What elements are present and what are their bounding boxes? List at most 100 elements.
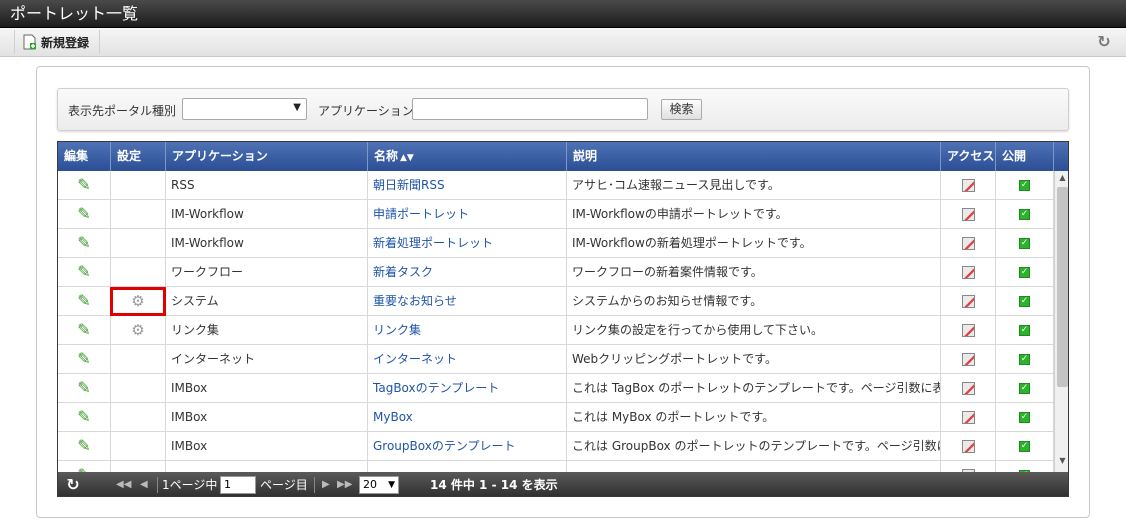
page-number-input[interactable]: 1 xyxy=(220,476,256,494)
access-settings-icon[interactable] xyxy=(961,353,975,366)
check-icon: ✓ xyxy=(1019,441,1030,452)
table-row: ✎ IM-Workflow 新着処理ポートレット IM-Workflowの新着処理ポー… xyxy=(58,229,1054,258)
col-description[interactable]: 説明 xyxy=(567,142,941,171)
application-cell: IMBox xyxy=(166,432,368,461)
public-cell: ✓ xyxy=(996,287,1054,316)
settings-cell xyxy=(111,345,166,374)
portal-type-label: 表示先ポータル種別 xyxy=(68,104,177,118)
col-access[interactable]: アクセス xyxy=(941,142,996,171)
table-row: ✎ IMBox TagBoxのテンプレート これは TagBox のポートレットのテン… xyxy=(58,374,1054,403)
page-prefix: 1ページ中 xyxy=(162,478,218,492)
table-row: ✎ ⚙ リンク集 リンク集 リンク集の設定を行ってから使用して下さい。 ✓ xyxy=(58,316,1054,345)
description-cell: IM-Workflowの申請ポートレットです。 xyxy=(567,200,941,229)
public-cell: ✓ xyxy=(996,171,1054,200)
settings-cell xyxy=(111,461,166,472)
portlet-name-link[interactable]: MyBox xyxy=(368,403,567,432)
col-settings[interactable]: 設定 xyxy=(111,142,166,171)
portlet-name-link[interactable]: TagBoxのテンプレート xyxy=(368,374,567,403)
settings-highlight-box xyxy=(110,287,166,316)
last-page-icon[interactable]: ▶▶ xyxy=(337,472,352,496)
pencil-icon[interactable]: ✎ xyxy=(77,436,90,455)
portlet-name-link[interactable]: 新着処理ポートレット xyxy=(368,229,567,258)
scroll-down-icon[interactable]: ▼ xyxy=(1055,456,1068,470)
access-cell xyxy=(941,316,996,345)
portlet-name-link[interactable]: 申請ポートレット xyxy=(368,200,567,229)
search-bar: 表示先ポータル種別 ▼ アプリケーション 検索 xyxy=(57,88,1069,131)
next-page-icon[interactable]: ▶ xyxy=(322,472,330,496)
access-settings-icon[interactable] xyxy=(961,440,975,453)
portlet-name-link[interactable]: 重要なお知らせ xyxy=(368,287,567,316)
pencil-icon[interactable]: ✎ xyxy=(77,407,90,426)
application-cell: インターネット xyxy=(166,345,368,374)
pencil-icon[interactable]: ✎ xyxy=(77,465,90,472)
dropdown-arrow-icon: ▼ xyxy=(388,480,395,490)
settings-cell xyxy=(111,432,166,461)
col-edit[interactable]: 編集 xyxy=(58,142,111,171)
first-page-icon[interactable]: ◀◀ xyxy=(116,472,131,496)
access-settings-icon[interactable] xyxy=(961,382,975,395)
portal-type-select[interactable]: ▼ xyxy=(182,98,307,120)
refresh-icon[interactable]: ↻ xyxy=(1094,32,1114,52)
description-cell: これは GroupBox のポートレットのテンプレートです。ページ引数に表示し xyxy=(567,432,941,461)
edit-cell: ✎ xyxy=(58,287,111,316)
access-settings-icon[interactable] xyxy=(961,295,975,308)
portlet-name-link[interactable]: 朝日新聞RSS xyxy=(368,171,567,200)
pencil-icon[interactable]: ✎ xyxy=(77,378,90,397)
pager-refresh-icon[interactable]: ↻ xyxy=(63,472,83,496)
check-icon: ✓ xyxy=(1019,180,1030,191)
col-application[interactable]: アプリケーション xyxy=(166,142,368,171)
portlet-name-link[interactable]: インターネット xyxy=(368,345,567,374)
rows-per-page-select[interactable]: 20 ▼ xyxy=(359,476,399,494)
access-cell xyxy=(941,229,996,258)
pencil-icon[interactable]: ✎ xyxy=(77,349,90,368)
edit-cell: ✎ xyxy=(58,200,111,229)
portlet-name-link[interactable]: 新着タスク xyxy=(368,258,567,287)
access-settings-icon[interactable] xyxy=(961,411,975,424)
scroll-up-icon[interactable]: ▲ xyxy=(1055,173,1068,187)
application-input[interactable] xyxy=(412,98,648,120)
table-row: ✎ IM-Workflow 申請ポートレット IM-Workflowの申請ポートレット… xyxy=(58,200,1054,229)
access-settings-icon[interactable] xyxy=(961,324,975,337)
description-cell: Webクリッピングポートレットです。 xyxy=(567,345,941,374)
access-settings-icon[interactable] xyxy=(961,208,975,221)
vertical-scrollbar[interactable]: ▲ ▼ xyxy=(1054,171,1068,472)
col-name[interactable]: 名称 ▲▼ xyxy=(368,142,567,171)
pencil-icon[interactable]: ✎ xyxy=(77,291,90,310)
access-settings-icon[interactable] xyxy=(961,237,975,250)
access-settings-icon[interactable] xyxy=(961,266,975,279)
application-cell: IMBox xyxy=(166,403,368,432)
check-icon: ✓ xyxy=(1019,296,1030,307)
pager-divider xyxy=(314,477,315,493)
description-cell: IM-Workflowの新着処理ポートレットです。 xyxy=(567,229,941,258)
table-row: ✎✓ xyxy=(58,461,1054,472)
gear-icon[interactable]: ⚙ xyxy=(131,321,144,339)
portlet-name-link[interactable]: リンク集 xyxy=(368,316,567,345)
description-cell: これは TagBox のポートレットのテンプレートです。ページ引数に表示したい xyxy=(567,374,941,403)
scroll-thumb[interactable] xyxy=(1057,187,1068,387)
application-cell: リンク集 xyxy=(166,316,368,345)
pencil-icon[interactable]: ✎ xyxy=(77,175,90,194)
portlet-name-link[interactable] xyxy=(368,461,567,472)
new-register-button[interactable]: 新規登録 xyxy=(14,30,101,54)
settings-cell xyxy=(111,200,166,229)
public-cell: ✓ xyxy=(996,316,1054,345)
check-icon: ✓ xyxy=(1019,209,1030,220)
access-cell xyxy=(941,461,996,472)
access-settings-icon[interactable] xyxy=(961,179,975,192)
public-cell: ✓ xyxy=(996,461,1054,472)
portlet-name-link[interactable]: GroupBoxのテンプレート xyxy=(368,432,567,461)
settings-cell xyxy=(111,229,166,258)
pencil-icon[interactable]: ✎ xyxy=(77,233,90,252)
prev-page-icon[interactable]: ◀ xyxy=(140,472,148,496)
search-button[interactable]: 検索 xyxy=(661,99,702,120)
pencil-icon[interactable]: ✎ xyxy=(77,320,90,339)
settings-cell xyxy=(111,258,166,287)
table-row: ✎ ワークフロー 新着タスク ワークフローの新着案件情報です。 ✓ xyxy=(58,258,1054,287)
pencil-icon[interactable]: ✎ xyxy=(77,262,90,281)
access-cell xyxy=(941,432,996,461)
pencil-icon[interactable]: ✎ xyxy=(77,204,90,223)
application-cell: IMBox xyxy=(166,374,368,403)
public-cell: ✓ xyxy=(996,432,1054,461)
col-public[interactable]: 公開 xyxy=(996,142,1054,171)
settings-cell xyxy=(111,403,166,432)
